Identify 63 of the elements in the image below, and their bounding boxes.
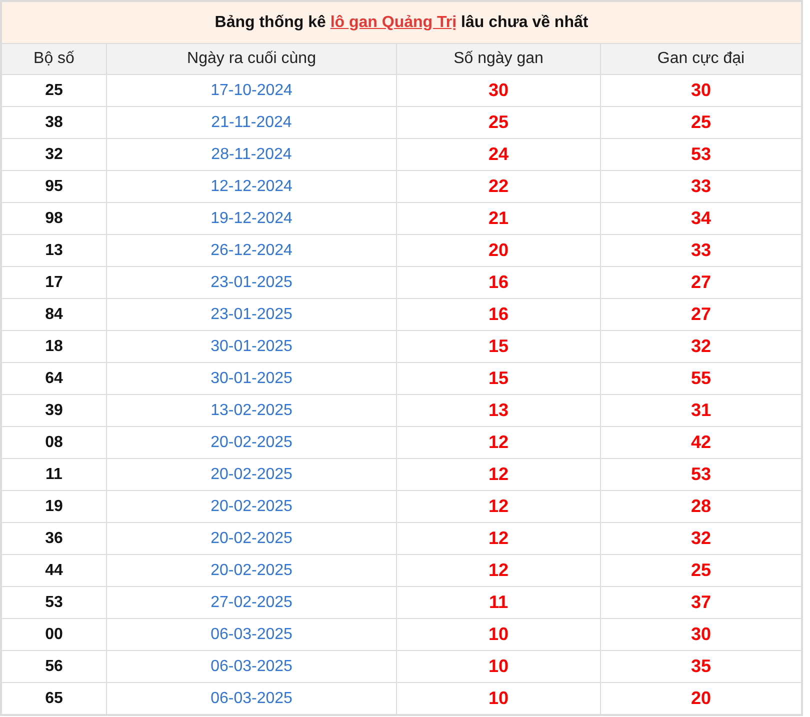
- date-cell: 26-12-2024: [106, 234, 396, 266]
- title-link[interactable]: lô gan Quảng Trị: [330, 14, 457, 30]
- number-cell: 36: [1, 522, 106, 554]
- date-cell: 23-01-2025: [106, 266, 396, 298]
- number-cell: 53: [1, 586, 106, 618]
- date-cell: 12-12-2024: [106, 170, 396, 202]
- days-cell: 12: [396, 554, 600, 586]
- date-cell: 13-02-2025: [106, 394, 396, 426]
- number-cell: 39: [1, 394, 106, 426]
- date-cell: 30-01-2025: [106, 362, 396, 394]
- days-cell: 15: [396, 330, 600, 362]
- number-cell: 84: [1, 298, 106, 330]
- days-cell: 20: [396, 234, 600, 266]
- days-cell: 12: [396, 522, 600, 554]
- days-cell: 10: [396, 650, 600, 682]
- days-cell: 16: [396, 298, 600, 330]
- number-cell: 38: [1, 106, 106, 138]
- date-cell: 21-11-2024: [106, 106, 396, 138]
- date-cell: 17-10-2024: [106, 74, 396, 106]
- date-cell: 06-03-2025: [106, 618, 396, 650]
- days-cell: 12: [396, 458, 600, 490]
- number-cell: 13: [1, 234, 106, 266]
- column-header: Bộ số: [1, 44, 106, 74]
- days-cell: 15: [396, 362, 600, 394]
- number-cell: 08: [1, 426, 106, 458]
- days-cell: 21: [396, 202, 600, 234]
- number-cell: 95: [1, 170, 106, 202]
- number-cell: 44: [1, 554, 106, 586]
- number-cell: 11: [1, 458, 106, 490]
- number-cell: 56: [1, 650, 106, 682]
- days-cell: 24: [396, 138, 600, 170]
- days-cell: 13: [396, 394, 600, 426]
- column-header: Số ngày gan: [396, 44, 600, 74]
- number-cell: 25: [1, 74, 106, 106]
- date-cell: 23-01-2025: [106, 298, 396, 330]
- date-cell: 20-02-2025: [106, 458, 396, 490]
- days-cell: 25: [396, 106, 600, 138]
- days-cell: 11: [396, 586, 600, 618]
- days-cell: 16: [396, 266, 600, 298]
- number-cell: 64: [1, 362, 106, 394]
- number-cell: 98: [1, 202, 106, 234]
- column-header: Ngày ra cuối cùng: [106, 44, 396, 74]
- table-title: Bảng thống kê lô gan Quảng Trị lâu chưa về nhất: [1, 1, 802, 44]
- date-cell: 06-03-2025: [106, 650, 396, 682]
- column-header: Gan cực đại: [600, 44, 802, 74]
- date-cell: 19-12-2024: [106, 202, 396, 234]
- date-cell: 20-02-2025: [106, 522, 396, 554]
- date-cell: 30-01-2025: [106, 330, 396, 362]
- date-cell: 27-02-2025: [106, 586, 396, 618]
- number-cell: 17: [1, 266, 106, 298]
- number-cell: 00: [1, 618, 106, 650]
- date-cell: 20-02-2025: [106, 490, 396, 522]
- date-cell: 20-02-2025: [106, 554, 396, 586]
- days-cell: 10: [396, 618, 600, 650]
- days-cell: 12: [396, 426, 600, 458]
- days-cell: 12: [396, 490, 600, 522]
- date-cell: 28-11-2024: [106, 138, 396, 170]
- days-cell: 30: [396, 74, 600, 106]
- number-cell: 19: [1, 490, 106, 522]
- number-cell: 32: [1, 138, 106, 170]
- days-cell: 22: [396, 170, 600, 202]
- number-cell: 18: [1, 330, 106, 362]
- date-cell: 20-02-2025: [106, 426, 396, 458]
